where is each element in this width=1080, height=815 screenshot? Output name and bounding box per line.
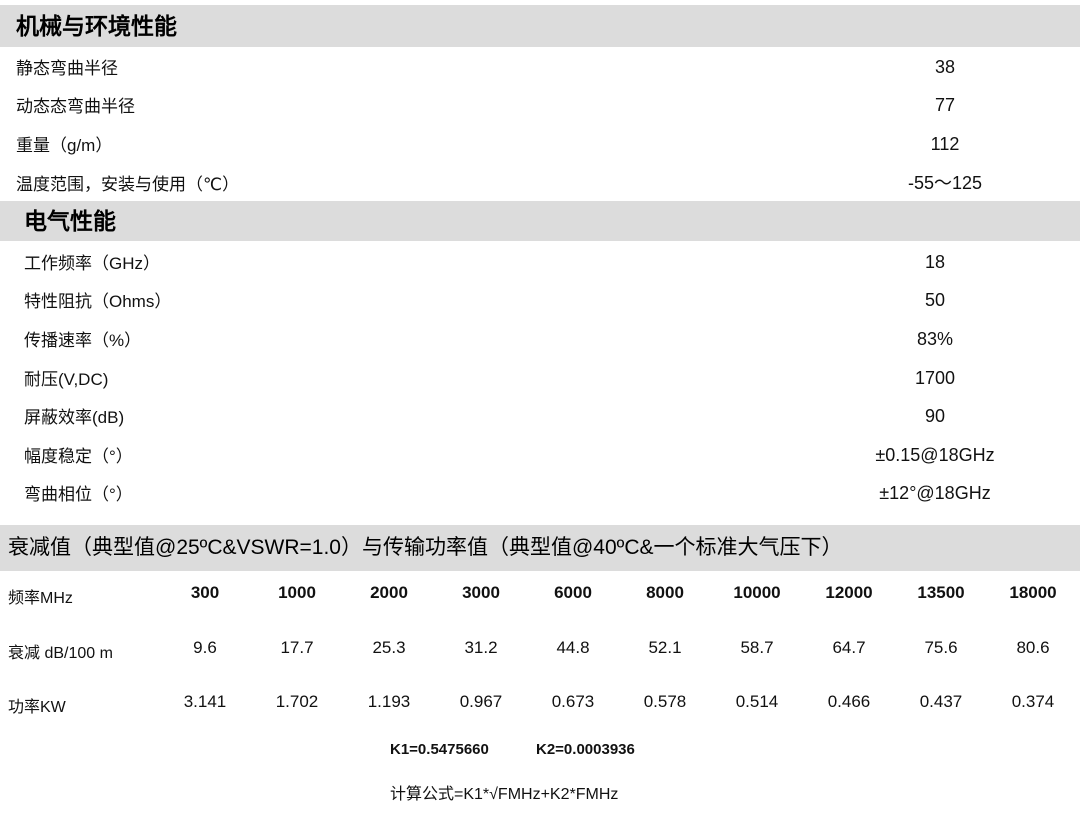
- table-cell: 0.673: [551, 692, 595, 711]
- table-cell: 10000: [733, 583, 781, 602]
- table-cell: 1000: [278, 583, 316, 602]
- row-label-frequency: 频率MHz: [8, 590, 73, 607]
- constant-k1: K1=0.5475660: [390, 741, 489, 758]
- table-row-attenuation: 衰减 dB/100 m 9.6 17.7 25.3 31.2 44.8 52.1…: [0, 628, 1080, 668]
- table-row-frequency: 频率MHz 300 1000 2000 3000 6000 8000 10000…: [0, 573, 1080, 613]
- spec-value: 83%: [916, 329, 954, 349]
- spec-row: 传播速率（%） 83%: [0, 322, 1080, 360]
- spec-row: 静态弯曲半径 38: [0, 50, 1080, 88]
- spec-row: 特性阻抗（Ohms） 50: [0, 283, 1080, 321]
- spec-label: 静态弯曲半径: [16, 59, 118, 78]
- spec-row: 温度范围，安装与使用（℃） -55～125: [0, 166, 1080, 204]
- table-cell: 31.2: [464, 638, 498, 657]
- spec-value: 50: [924, 290, 946, 310]
- spec-label: 耐压(V,DC): [24, 370, 109, 389]
- table-cell: 25.3: [372, 638, 406, 657]
- spec-value: ±12°@18GHz: [879, 483, 991, 503]
- table-cell: 300: [190, 583, 220, 602]
- table-cell: 3000: [462, 583, 500, 602]
- section-title-attenuation: 衰减值（典型值@25ºC&VSWR=1.0）与传输功率值（典型值@40ºC&一个…: [8, 536, 843, 559]
- table-cell: 3.141: [183, 692, 227, 711]
- row-label-power: 功率KW: [8, 699, 66, 716]
- spec-value: 77: [934, 95, 956, 115]
- spec-row: 弯曲相位（°） ±12°@18GHz: [0, 476, 1080, 514]
- table-cell: 0.578: [643, 692, 687, 711]
- table-cell: 75.6: [924, 638, 958, 657]
- table-cell: 6000: [554, 583, 592, 602]
- spec-row: 幅度稳定（°） ±0.15@18GHz: [0, 438, 1080, 476]
- table-cell: 1.193: [367, 692, 411, 711]
- section-header-mechanical: 机械与环境性能: [0, 5, 1080, 47]
- section-title-electrical: 电气性能: [24, 208, 116, 234]
- table-cell: 18000: [1009, 583, 1057, 602]
- section-header-attenuation: 衰减值（典型值@25ºC&VSWR=1.0）与传输功率值（典型值@40ºC&一个…: [0, 525, 1080, 571]
- table-row-power: 功率KW 3.141 1.702 1.193 0.967 0.673 0.578…: [0, 682, 1080, 722]
- spec-label: 重量（g/m）: [16, 136, 113, 155]
- spec-row: 工作频率（GHz） 18: [0, 245, 1080, 283]
- spec-label: 动态态弯曲半径: [16, 97, 135, 116]
- spec-value: ±0.15@18GHz: [875, 445, 995, 465]
- table-cell: 13500: [917, 583, 965, 602]
- spec-value: 18: [924, 252, 946, 272]
- table-cell: 0.967: [459, 692, 503, 711]
- spec-row: 耐压(V,DC) 1700: [0, 361, 1080, 399]
- section-title-mechanical: 机械与环境性能: [16, 13, 177, 39]
- spec-value: -55～125: [907, 173, 983, 193]
- spec-label: 传播速率（%）: [24, 331, 142, 350]
- table-cell: 9.6: [193, 638, 217, 657]
- spec-value: 1700: [914, 368, 956, 388]
- table-cell: 0.514: [735, 692, 779, 711]
- table-cell: 0.437: [919, 692, 963, 711]
- spec-label: 工作频率（GHz）: [24, 254, 160, 273]
- table-cell: 1.702: [275, 692, 319, 711]
- table-cell: 80.6: [1016, 638, 1050, 657]
- table-cell: 8000: [646, 583, 684, 602]
- spec-label: 屏蔽效率(dB): [24, 408, 125, 427]
- constant-k2: K2=0.0003936: [536, 741, 635, 758]
- spec-value: 38: [934, 57, 956, 77]
- table-cell: 17.7: [280, 638, 314, 657]
- table-cell: 2000: [370, 583, 408, 602]
- spec-value: 112: [930, 134, 960, 154]
- section-header-electrical: 电气性能: [0, 201, 1080, 241]
- row-label-attenuation: 衰减 dB/100 m: [8, 645, 113, 662]
- table-cell: 58.7: [740, 638, 774, 657]
- spec-row: 动态态弯曲半径 77: [0, 88, 1080, 126]
- table-cell: 0.374: [1011, 692, 1055, 711]
- spec-label: 幅度稳定（°）: [24, 447, 133, 466]
- table-cell: 52.1: [648, 638, 682, 657]
- table-cell: 0.466: [827, 692, 871, 711]
- calculation-formula: 计算公式=K1*√FMHz+K2*FMHz: [390, 786, 619, 803]
- table-cell: 64.7: [832, 638, 866, 657]
- spec-label: 温度范围，安装与使用（℃）: [16, 175, 240, 194]
- spec-label: 弯曲相位（°）: [24, 485, 133, 504]
- table-cell: 12000: [825, 583, 873, 602]
- table-cell: 44.8: [556, 638, 590, 657]
- spec-label: 特性阻抗（Ohms）: [24, 292, 172, 311]
- spec-row: 重量（g/m） 112: [0, 127, 1080, 165]
- spec-row: 屏蔽效率(dB) 90: [0, 399, 1080, 437]
- spec-value: 90: [924, 406, 946, 426]
